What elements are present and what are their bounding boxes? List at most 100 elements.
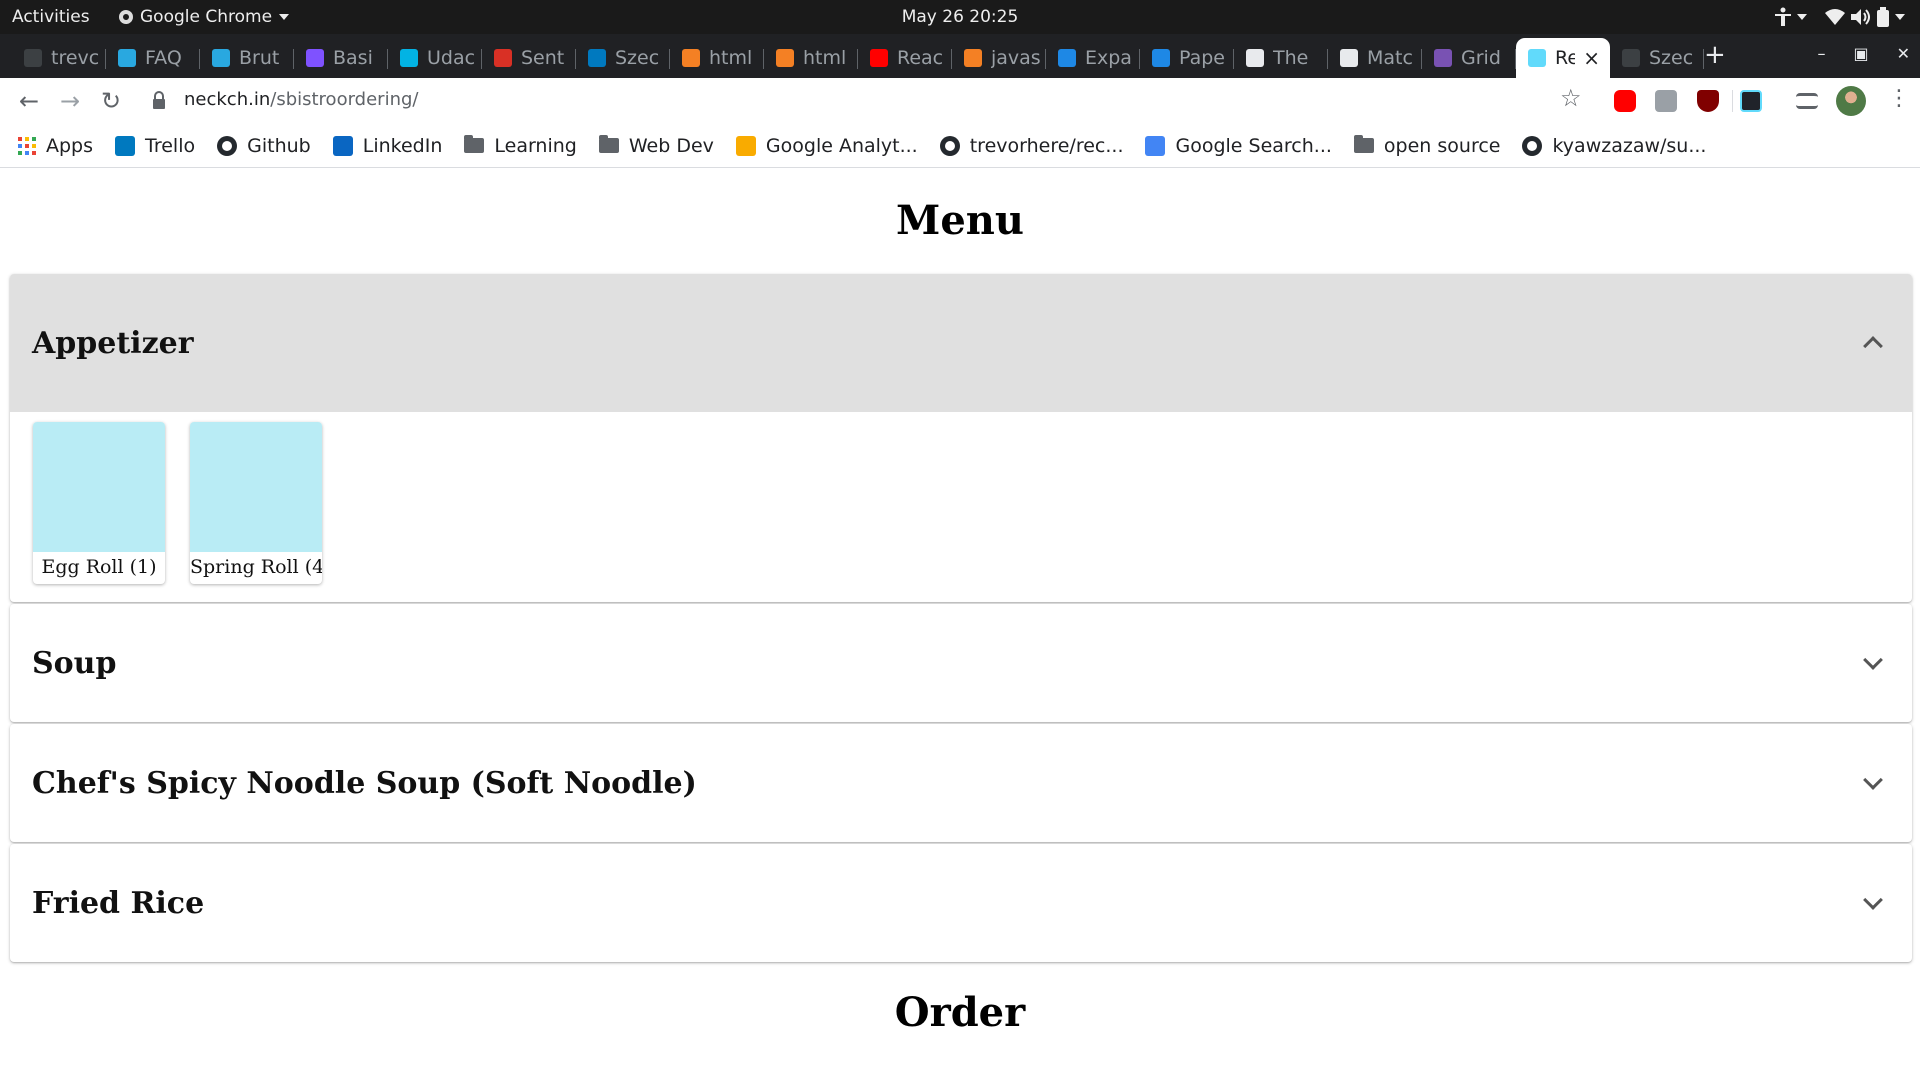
chevron-down-icon[interactable] <box>1863 770 1883 790</box>
system-tray[interactable] <box>1774 5 1906 29</box>
tab-favicon-icon <box>682 49 700 67</box>
browser-tab[interactable]: html <box>670 38 764 78</box>
tab-list: trevc FAQ Brut Basi Udac Sent Szec html html Reac… <box>12 38 1704 78</box>
browser-tab[interactable]: Basi <box>294 38 388 78</box>
bookmark-item[interactable]: kyawzazaw/su... <box>1522 135 1706 157</box>
browser-tab[interactable]: javas <box>952 38 1046 78</box>
browser-tab[interactable]: Szec <box>1610 38 1704 78</box>
tab-favicon-icon <box>1622 49 1640 67</box>
status-menu[interactable] <box>1824 7 1906 27</box>
browser-tab[interactable]: trevc <box>12 38 106 78</box>
bookmark-item[interactable]: Learning <box>464 135 577 157</box>
battery-icon <box>1877 7 1889 27</box>
browser-tab[interactable]: Brut <box>200 38 294 78</box>
activities-button[interactable]: Activities <box>12 7 90 27</box>
category-title: Soup <box>32 645 117 681</box>
category-title: Chef's Spicy Noodle Soup (Soft Noodle) <box>32 765 697 801</box>
tab-favicon-icon <box>24 49 42 67</box>
tab-label: html <box>709 47 753 69</box>
browser-tab[interactable]: The <box>1234 38 1328 78</box>
tab-label: Szec <box>615 47 660 69</box>
grid-extension-icon[interactable] <box>1655 90 1677 112</box>
bookmark-label: trevorhere/rec... <box>969 134 1124 157</box>
close-tab-icon[interactable]: × <box>1583 46 1600 70</box>
browser-tab[interactable]: FAQ <box>106 38 200 78</box>
bookmarks-bar: Apps Trello Github LinkedIn Learning Web Dev G… <box>0 124 1920 168</box>
forward-button[interactable]: → <box>55 86 85 116</box>
chevron-up-icon[interactable] <box>1863 336 1883 356</box>
chevron-down-icon[interactable] <box>1863 650 1883 670</box>
browser-tab[interactable]: Reac <box>858 38 952 78</box>
bookmark-label: Google Analyt... <box>765 134 918 157</box>
bookmark-label: LinkedIn <box>362 134 443 157</box>
menu-heading: Menu <box>896 197 1024 244</box>
bookmark-item[interactable]: Github <box>217 135 311 157</box>
category-header[interactable]: Soup <box>10 604 1912 722</box>
browser-tab[interactable]: html <box>764 38 858 78</box>
chevron-down-icon[interactable] <box>1863 890 1883 910</box>
tab-favicon-icon <box>1528 49 1546 67</box>
bookmark-item[interactable]: Google Search... <box>1145 135 1332 157</box>
tab-favicon-icon <box>118 49 136 67</box>
item-thumbnail <box>33 422 165 552</box>
linkedin-icon <box>332 135 353 156</box>
bookmark-item[interactable]: Apps <box>18 135 93 157</box>
browser-tab[interactable]: Expa <box>1046 38 1140 78</box>
minimize-icon[interactable]: – <box>1817 44 1825 63</box>
order-heading: Order <box>894 989 1026 1036</box>
menu-item-card[interactable]: Spring Roll (4) <box>190 422 322 584</box>
react-devtools-icon[interactable] <box>1740 90 1762 112</box>
tab-label: FAQ <box>145 47 182 69</box>
browser-tab[interactable]: Re × <box>1516 38 1610 78</box>
category-soup: Soup <box>10 604 1912 722</box>
bookmark-item[interactable]: open source <box>1353 135 1500 157</box>
category-header[interactable]: Chef's Spicy Noodle Soup (Soft Noodle) <box>10 724 1912 842</box>
maximize-icon[interactable]: ▣ <box>1853 44 1868 63</box>
volume-icon <box>1851 9 1870 25</box>
item-label: Spring Roll (4) <box>190 556 322 578</box>
browser-tab[interactable]: Sent <box>482 38 576 78</box>
ublock-extension-icon[interactable] <box>1697 90 1719 112</box>
bookmark-label: Apps <box>46 134 94 157</box>
browser-tab[interactable]: Matc <box>1328 38 1422 78</box>
lock-icon[interactable] <box>152 90 166 110</box>
folder-icon <box>598 135 619 153</box>
tab-label: Szec <box>1649 47 1694 69</box>
tab-label: html <box>803 47 847 69</box>
more-menu-icon[interactable]: ⋮ <box>1888 86 1910 111</box>
bookmark-item[interactable]: Google Analyt... <box>735 134 918 157</box>
clock[interactable]: May 26 20:25 <box>902 7 1019 27</box>
tab-favicon-icon <box>588 49 606 67</box>
tab-favicon-icon <box>306 49 324 67</box>
category-header[interactable]: Fried Rice <box>10 844 1912 962</box>
new-tab-button[interactable]: + <box>1704 42 1726 68</box>
bookmark-item[interactable]: Trello <box>115 135 195 157</box>
browser-tab[interactable]: Pape <box>1140 38 1234 78</box>
menu-item-card[interactable]: Egg Roll (1) <box>33 422 165 584</box>
tab-favicon-icon <box>1340 49 1358 67</box>
reload-button[interactable]: ↻ <box>96 86 126 116</box>
bookmark-item[interactable]: Web Dev <box>598 135 714 157</box>
chevron-down-icon <box>1895 14 1905 20</box>
browser-tab[interactable]: Grid <box>1422 38 1516 78</box>
app-menu[interactable]: Google Chrome <box>118 7 290 27</box>
back-button[interactable]: ← <box>14 86 44 116</box>
close-window-icon[interactable]: ✕ <box>1897 44 1910 63</box>
category-header[interactable]: Appetizer <box>10 274 1912 412</box>
browser-tab[interactable]: Szec <box>576 38 670 78</box>
youtube-extension-icon[interactable] <box>1614 90 1636 112</box>
bookmark-label: Github <box>247 134 311 157</box>
system-top-bar: Activities Google Chrome May 26 20:25 <box>0 0 1920 34</box>
bookmark-star-icon[interactable]: ☆ <box>1560 84 1582 112</box>
bookmark-label: Trello <box>145 134 196 157</box>
profile-avatar[interactable] <box>1836 86 1866 116</box>
address-bar[interactable]: neckch.in/sbistroordering/ <box>184 89 418 110</box>
bookmark-item[interactable]: LinkedIn <box>332 134 443 157</box>
tab-favicon-icon <box>212 49 230 67</box>
media-controls-icon[interactable] <box>1796 93 1818 109</box>
chrome-icon <box>119 10 133 24</box>
tab-favicon-icon <box>1434 49 1452 67</box>
browser-tab[interactable]: Udac <box>388 38 482 78</box>
accessibility-icon[interactable] <box>1774 7 1808 27</box>
bookmark-item[interactable]: trevorhere/rec... <box>939 134 1124 157</box>
